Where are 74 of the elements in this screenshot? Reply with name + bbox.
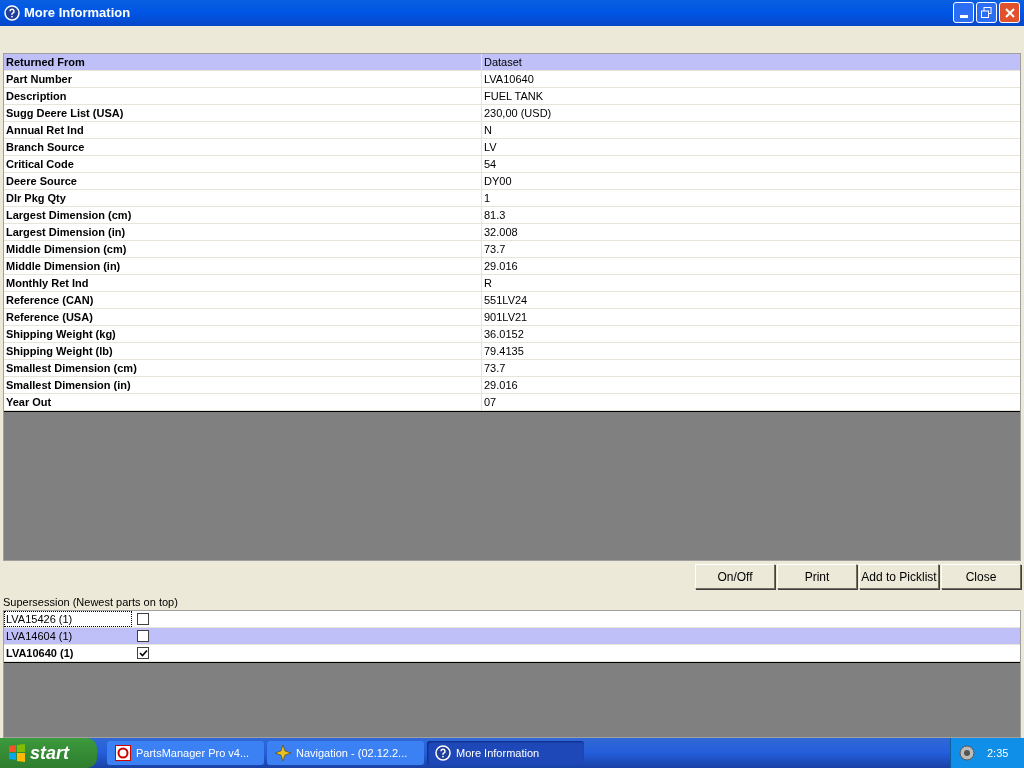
field-label: Shipping Weight (lb): [4, 342, 482, 359]
field-label: Reference (CAN): [4, 291, 482, 308]
field-value: 73.7: [483, 241, 507, 257]
field-value: 1: [483, 190, 492, 206]
maximize-button[interactable]: [976, 2, 997, 24]
field-value: LV: [483, 139, 498, 155]
field-value: 230,00 (USD): [483, 105, 553, 121]
action-button[interactable]: Print: [777, 564, 857, 590]
part-number: LVA14604 (1): [5, 629, 74, 645]
field-value: 36.0152: [483, 326, 525, 342]
field-value: 73.7: [483, 360, 507, 376]
field-label: Annual Ret Ind: [4, 121, 482, 138]
action-button[interactable]: Add to Picklist: [859, 564, 939, 590]
speaker-icon[interactable]: [959, 745, 975, 761]
field-label: Sugg Deere List (USA): [4, 104, 482, 121]
field-label: Middle Dimension (cm): [4, 240, 482, 257]
field-value: R: [483, 275, 493, 291]
field-value: FUEL TANK: [483, 88, 545, 104]
field-label: Dlr Pkg Qty: [4, 189, 482, 206]
field-label: Largest Dimension (cm): [4, 206, 482, 223]
window-title: More Information: [24, 4, 131, 23]
supersession-row[interactable]: LVA14604 (1): [4, 628, 1020, 646]
field-value: DY00: [483, 173, 513, 189]
field-value: 551LV24: [483, 292, 529, 308]
taskbar-button[interactable]: PartsManager Pro v4...: [107, 741, 264, 765]
field-label: Description: [4, 87, 482, 104]
close-button[interactable]: [999, 2, 1020, 24]
field-label: Critical Code: [4, 155, 482, 172]
field-label: Reference (USA): [4, 308, 482, 325]
field-value: 32.008: [483, 224, 519, 240]
windows-logo-icon: [8, 744, 26, 762]
field-value: LVA10640: [483, 71, 535, 87]
minimize-button[interactable]: [953, 2, 974, 24]
field-label: Shipping Weight (kg): [4, 325, 482, 342]
taskbar-button[interactable]: More Information: [427, 741, 584, 765]
column-header: Dataset: [483, 54, 523, 70]
app-logo-icon: [115, 745, 131, 761]
compass-icon: [275, 745, 291, 761]
action-button[interactable]: On/Off: [695, 564, 775, 590]
field-label: Smallest Dimension (cm): [4, 359, 482, 376]
field-label: Deere Source: [4, 172, 482, 189]
checkbox[interactable]: [137, 647, 149, 660]
field-value: 79.4135: [483, 343, 525, 359]
field-value: 07: [483, 394, 498, 410]
field-label: Largest Dimension (in): [4, 223, 482, 240]
checkbox[interactable]: [137, 630, 149, 643]
taskbar-button[interactable]: Navigation - (02.12.2...: [267, 741, 424, 765]
clock: 2:35: [987, 745, 1009, 761]
field-label: Monthly Ret Ind: [4, 274, 482, 291]
field-value: 54: [483, 156, 498, 172]
column-header: Returned From: [4, 53, 482, 70]
supersession-label: Supersession (Newest parts on top): [2, 595, 179, 611]
field-label: Part Number: [4, 70, 482, 87]
action-button[interactable]: Close: [941, 564, 1021, 590]
minimize-icon: [959, 15, 968, 19]
field-label: Branch Source: [4, 138, 482, 155]
part-number: LVA15426 (1): [4, 611, 132, 628]
field-value: 81.3: [483, 207, 507, 223]
help-icon: [4, 5, 20, 21]
supersession-row[interactable]: LVA10640 (1): [4, 645, 1020, 663]
checkbox[interactable]: [137, 613, 149, 626]
help-icon: [435, 745, 451, 761]
field-label: Middle Dimension (in): [4, 257, 482, 274]
field-value: 901LV21: [483, 309, 529, 325]
close-icon: [1004, 8, 1015, 18]
field-label: Smallest Dimension (in): [4, 376, 482, 393]
field-value: 29.016: [483, 377, 519, 393]
field-value: 29.016: [483, 258, 519, 274]
field-value: N: [483, 122, 493, 138]
start-button[interactable]: start: [0, 738, 97, 768]
supersession-row[interactable]: LVA15426 (1): [4, 611, 1020, 629]
restore-icon: [981, 7, 992, 19]
field-label: Year Out: [4, 393, 482, 410]
part-number: LVA10640 (1): [5, 646, 75, 662]
